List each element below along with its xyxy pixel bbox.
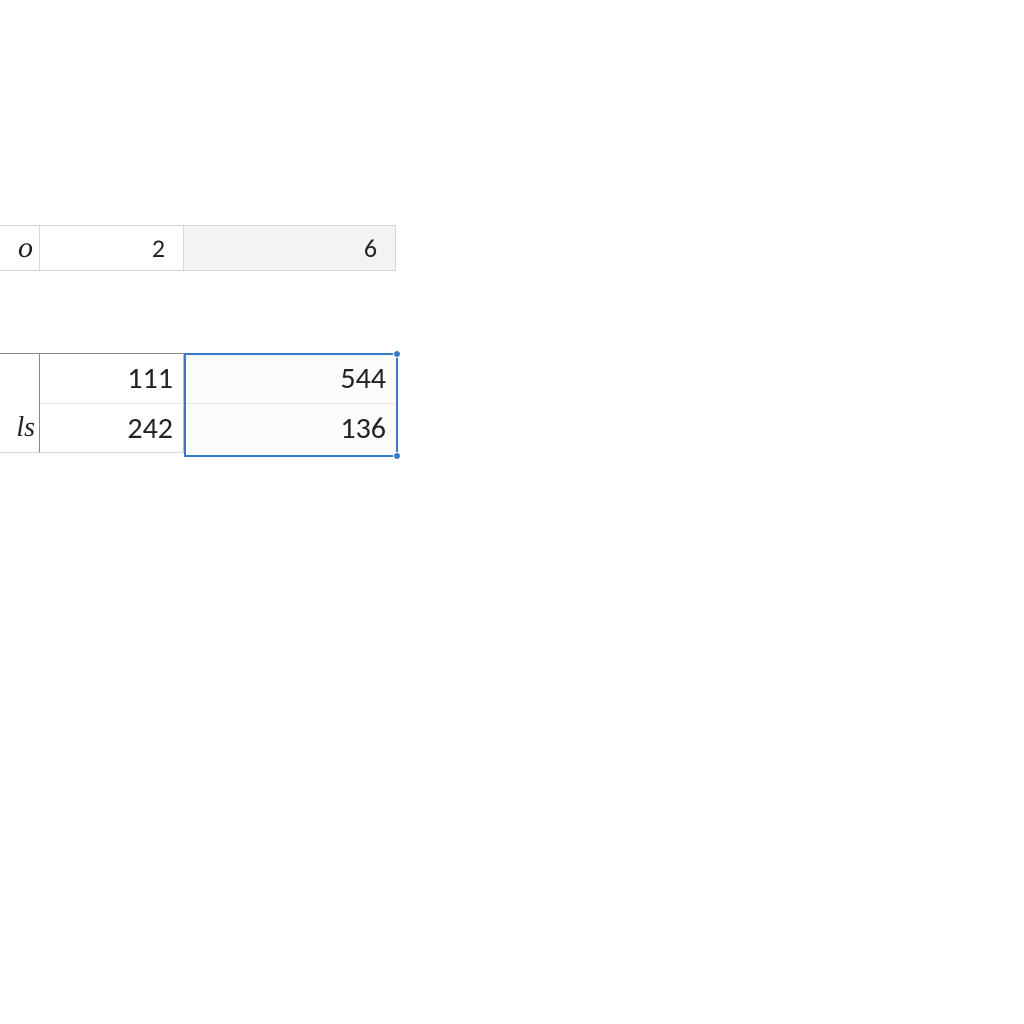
header-cell-1[interactable]: 2 xyxy=(40,225,184,271)
data-cell[interactable]: 111 xyxy=(40,353,184,403)
data-table: 111 544 ls 242 136 xyxy=(0,353,396,453)
header-row-label-fragment: o xyxy=(0,225,40,271)
table-row: ls 242 136 xyxy=(0,403,396,453)
data-cell[interactable]: 242 xyxy=(40,403,184,453)
table-row: 111 544 xyxy=(0,353,396,403)
data-cell-selected[interactable]: 544 xyxy=(184,353,396,403)
header-cell-2[interactable]: 6 xyxy=(184,225,396,271)
selection-fill-handle-icon[interactable] xyxy=(393,452,401,460)
header-row: o 2 6 xyxy=(0,225,396,271)
row-label-fragment xyxy=(0,353,40,403)
data-cell-selected[interactable]: 136 xyxy=(184,403,396,453)
row-label-fragment: ls xyxy=(0,403,40,453)
